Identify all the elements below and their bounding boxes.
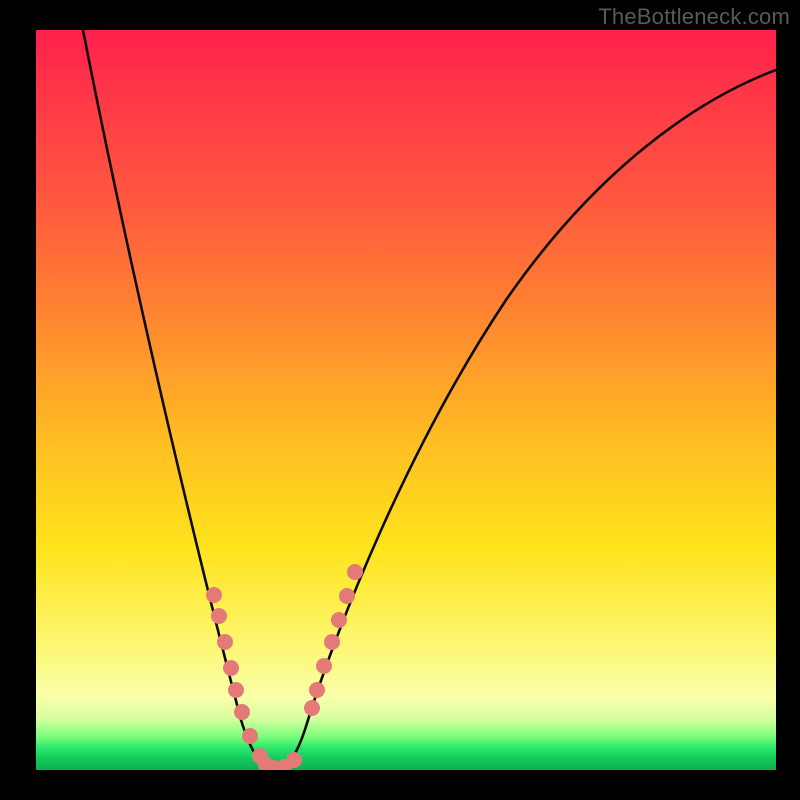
marker-dot [206,587,222,603]
marker-dot [286,752,302,768]
marker-dot [347,564,363,580]
chart-frame: TheBottleneck.com [0,0,800,800]
plot-area [36,30,776,770]
left-curve [83,30,308,768]
watermark-text: TheBottleneck.com [598,4,790,30]
marker-dot [309,682,325,698]
marker-dot [217,634,233,650]
marker-dot [339,588,355,604]
marker-dot [228,682,244,698]
right-curve [308,70,776,720]
marker-dot [211,608,227,624]
marker-dot [234,704,250,720]
marker-dot [242,728,258,744]
marker-dot [331,612,347,628]
marker-dot [316,658,332,674]
marker-dot [304,700,320,716]
marker-dot [223,660,239,676]
curve-layer [36,30,776,770]
marker-dot [324,634,340,650]
marker-dots [206,564,363,770]
